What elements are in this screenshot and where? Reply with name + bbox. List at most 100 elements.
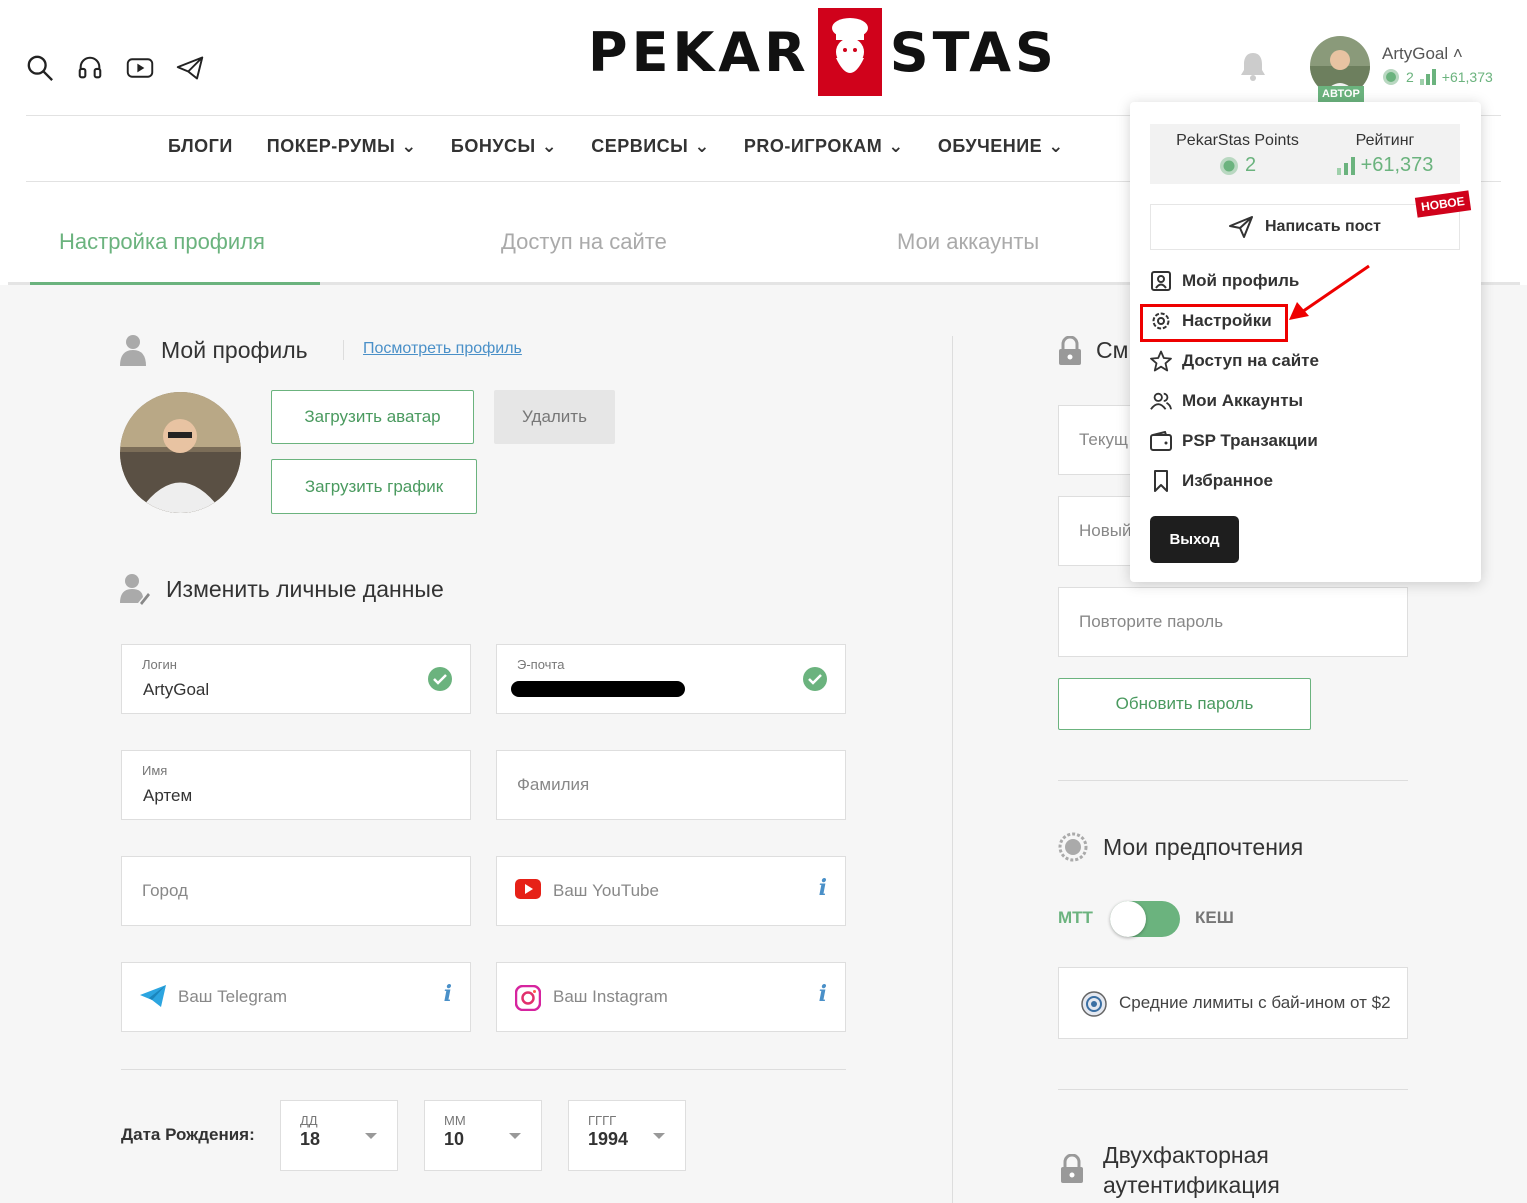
toggle-knob <box>1110 901 1146 937</box>
tab-my-accounts[interactable]: Мои аккаунты <box>897 229 1039 255</box>
last-name-field[interactable]: Фамилия <box>496 750 846 820</box>
menu-item-psp-transactions[interactable]: PSP Транзакции <box>1150 430 1318 452</box>
repeat-password-placeholder: Повторите пароль <box>1079 612 1224 631</box>
main-nav: БЛОГИ ПОКЕР-РУМЫ ⌄ БОНУСЫ ⌄ СЕРВИСЫ ⌄ PRO-И… <box>168 136 1064 157</box>
nav-learning[interactable]: ОБУЧЕНИЕ ⌄ <box>938 136 1064 157</box>
menu-label: Мои Аккаунты <box>1182 391 1304 410</box>
month-label: ММ <box>444 1113 466 1128</box>
login-field[interactable]: Логин ArtyGoal <box>121 644 471 714</box>
view-profile-link[interactable]: Посмотреть профиль <box>363 340 522 358</box>
personal-data-title: Изменить личные данные <box>166 576 444 602</box>
red-arrow-annotation <box>1285 262 1375 329</box>
nav-pro[interactable]: PRO-ИГРОКАМ ⌄ <box>744 136 904 157</box>
logo-text-left: PEKAR <box>588 20 810 84</box>
rating-column: Рейтинг +61,373 <box>1320 132 1450 177</box>
email-field[interactable]: Э-почта <box>496 644 846 714</box>
telegram-icon <box>140 985 166 1012</box>
menu-item-site-access[interactable]: Доступ на сайте <box>1150 350 1319 372</box>
nav-poker-rooms[interactable]: ПОКЕР-РУМЫ ⌄ <box>267 136 417 157</box>
update-password-button[interactable]: Обновить пароль <box>1058 678 1311 730</box>
birth-month-select[interactable]: ММ 10 <box>424 1100 542 1171</box>
youtube-icon[interactable] <box>126 52 154 84</box>
wallet-icon <box>1150 430 1172 452</box>
info-icon[interactable]: i <box>819 875 827 901</box>
active-tab-indicator <box>30 282 320 285</box>
menu-item-my-profile[interactable]: Мой профиль <box>1150 270 1299 292</box>
telegram-placeholder: Ваш Telegram <box>178 987 288 1006</box>
bell-icon[interactable] <box>1238 50 1268 87</box>
profile-avatar <box>120 392 241 513</box>
menu-item-my-accounts[interactable]: Мои Аккаунты <box>1150 390 1303 412</box>
info-icon[interactable]: i <box>444 981 452 1007</box>
menu-label: Мой профиль <box>1182 271 1300 290</box>
last-name-placeholder: Фамилия <box>517 775 590 794</box>
city-field[interactable]: Город <box>121 856 471 926</box>
chevron-down-icon: ⌄ <box>401 136 417 156</box>
instagram-field[interactable]: Ваш Instagram i <box>496 962 846 1032</box>
rating-title: Рейтинг <box>1355 132 1415 149</box>
divider <box>343 340 344 360</box>
logo-text-right: STAS <box>889 20 1058 84</box>
user-menu-toggle[interactable]: АВТОР ArtyGoal ˄ 2 +61,373 <box>1310 36 1493 102</box>
chevron-down-icon: ⌄ <box>694 136 710 156</box>
upload-avatar-button[interactable]: Загрузить аватар <box>271 390 474 444</box>
city-placeholder: Город <box>142 881 188 900</box>
user-rating: +61,373 <box>1441 69 1493 85</box>
user-dropdown-menu: PekarStas Points 2 Рейтинг +61,373 Напис… <box>1130 102 1481 582</box>
first-name-value: Артем <box>143 786 193 805</box>
chef-mascot-icon <box>817 8 882 96</box>
star-icon <box>1150 350 1172 372</box>
caret-down-icon <box>365 1133 377 1139</box>
caret-down-icon <box>509 1133 521 1139</box>
login-label: Логин <box>142 657 177 672</box>
mtt-cash-toggle[interactable] <box>1110 901 1180 937</box>
my-profile-title: Мой профиль <box>161 337 308 363</box>
delete-avatar-button[interactable]: Удалить <box>494 390 615 444</box>
day-label: ДД <box>300 1113 318 1128</box>
info-icon[interactable]: i <box>819 981 827 1007</box>
birthdate-label: Дата Рождения: <box>121 1125 255 1144</box>
preferences-icon <box>1058 832 1088 867</box>
divider <box>1058 1089 1408 1090</box>
twofa-title-line2: аутентификация <box>1103 1172 1280 1198</box>
telegram-field[interactable]: Ваш Telegram i <box>121 962 471 1032</box>
menu-item-favorites[interactable]: Избранное <box>1150 470 1273 492</box>
search-icon[interactable] <box>26 52 54 84</box>
nav-services[interactable]: СЕРВИСЫ ⌄ <box>591 136 710 157</box>
email-label: Э-почта <box>517 657 565 672</box>
limits-select[interactable]: Средние лимиты с бай-ином от $2 <box>1058 967 1408 1039</box>
logout-button[interactable]: Выход <box>1150 516 1239 563</box>
chevron-up-icon: ˄ <box>1452 44 1463 63</box>
change-password-title: См <box>1096 337 1129 363</box>
headset-icon[interactable] <box>76 52 104 84</box>
cash-label: КЕШ <box>1195 908 1234 927</box>
youtube-field[interactable]: Ваш YouTube i <box>496 856 846 926</box>
poker-chip-icon <box>1081 991 1107 1022</box>
birth-year-select[interactable]: ГГГГ 1994 <box>568 1100 686 1171</box>
write-post-button[interactable]: Написать пост <box>1150 204 1460 250</box>
tab-site-access[interactable]: Доступ на сайте <box>501 229 667 255</box>
upload-chart-button[interactable]: Загрузить график <box>271 459 477 514</box>
login-value: ArtyGoal <box>143 680 210 699</box>
site-logo[interactable]: PEKAR STAS <box>588 8 1058 96</box>
telegram-icon[interactable] <box>176 52 204 84</box>
menu-label: Избранное <box>1182 471 1273 490</box>
tab-profile-settings[interactable]: Настройка профиля <box>59 229 265 255</box>
first-name-field[interactable]: Имя Артем <box>121 750 471 820</box>
caret-down-icon <box>653 1133 665 1139</box>
verified-check-icon <box>428 667 452 691</box>
username: ArtyGoal ˄ <box>1382 44 1463 63</box>
divider <box>1058 780 1408 781</box>
repeat-password-field[interactable]: Повторите пароль <box>1058 587 1408 657</box>
points-value-row: 2 <box>1160 154 1315 177</box>
birth-day-select[interactable]: ДД 18 <box>280 1100 398 1171</box>
nav-bonuses[interactable]: БОНУСЫ ⌄ <box>451 136 557 157</box>
limits-value: Средние лимиты с бай-ином от $2 <box>1119 993 1391 1012</box>
author-badge: АВТОР <box>1318 86 1364 102</box>
points-title: PekarStas Points <box>1176 132 1299 149</box>
points-coin-icon <box>1383 69 1399 85</box>
chevron-down-icon: ⌄ <box>1048 136 1064 156</box>
nav-blogs[interactable]: БЛОГИ <box>168 136 233 157</box>
current-password-placeholder: Текущ <box>1079 430 1128 449</box>
write-post-label: Написать пост <box>1264 218 1382 235</box>
